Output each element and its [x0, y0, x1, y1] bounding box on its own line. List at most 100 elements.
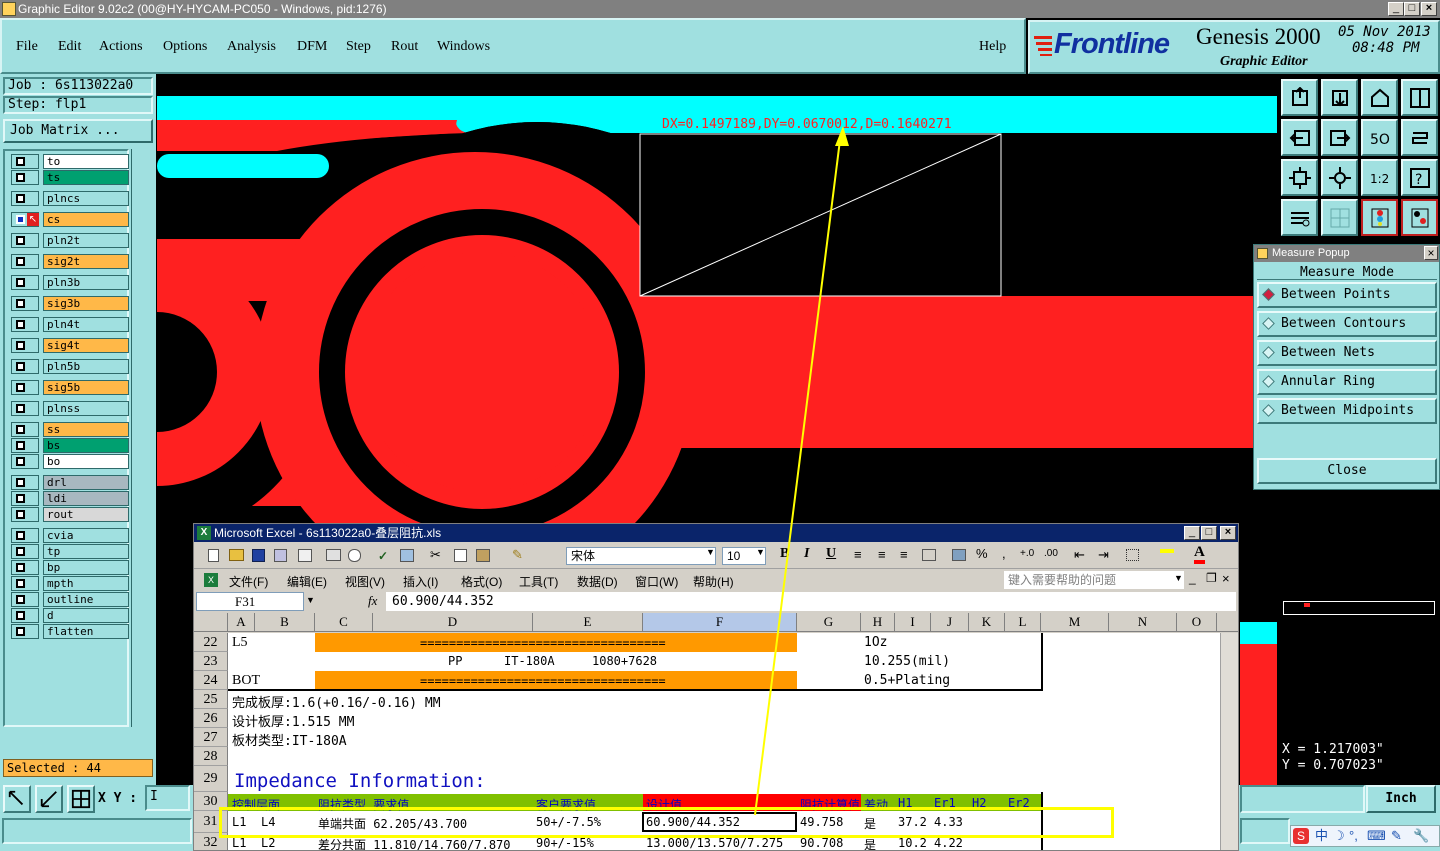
layer-name[interactable]: pln2t — [43, 233, 129, 248]
col-header-b[interactable]: B — [255, 613, 315, 631]
minimize-button[interactable]: _ — [1388, 2, 1404, 16]
ime-tray[interactable]: S 中 ☽ °, ⌨ ✎ 🔧 — [1290, 825, 1440, 847]
decrease-indent-icon[interactable]: ⇤ — [1074, 547, 1085, 563]
layer-name[interactable]: sig5b — [43, 380, 129, 395]
row-header[interactable]: 28 — [194, 747, 228, 766]
layer-row-pln2t[interactable]: pln2t — [11, 233, 129, 248]
doc-minimize-icon[interactable]: _ — [1189, 571, 1196, 585]
cell-d22[interactable]: ================================== — [420, 636, 666, 650]
layer-row-to[interactable]: to — [11, 154, 129, 169]
layer-checkbox[interactable] — [11, 191, 39, 206]
layer-checkbox[interactable] — [11, 317, 39, 332]
spelling-icon[interactable]: ✓ — [378, 549, 392, 563]
layer-row-ldi[interactable]: ldi — [11, 491, 129, 506]
layer-name[interactable]: flatten — [43, 624, 129, 639]
increase-decimal-icon[interactable]: +.0 — [1020, 548, 1034, 559]
sogou-icon[interactable]: S — [1293, 828, 1309, 844]
excel-menu-window[interactable]: 窗口(W) — [635, 573, 678, 590]
pan-left-icon[interactable] — [1281, 119, 1318, 156]
layer-checkbox[interactable] — [11, 296, 39, 311]
currency-icon[interactable] — [952, 549, 966, 561]
excel-doc-icon[interactable]: X — [204, 573, 218, 587]
italic-icon[interactable]: I — [804, 546, 809, 562]
units-button[interactable]: Inch — [1366, 785, 1436, 813]
layer-name[interactable]: bp — [43, 560, 129, 575]
col-header-f[interactable]: F — [643, 613, 797, 631]
layer-row-bp[interactable]: bp — [11, 560, 129, 575]
cell-a32[interactable]: L1 — [232, 836, 246, 850]
cell-e32[interactable]: 90+/-15% — [536, 836, 594, 850]
layer-name[interactable]: ldi — [43, 491, 129, 506]
layer-row-pln3b[interactable]: pln3b — [11, 275, 129, 290]
layer-name[interactable]: rout — [43, 507, 129, 522]
layer-row-tp[interactable]: tp — [11, 544, 129, 559]
maximize-button[interactable]: □ — [1404, 2, 1420, 16]
layer-row-plncs[interactable]: plncs — [11, 191, 129, 206]
measure-close-button[interactable]: Close — [1257, 458, 1437, 484]
layer-row-plnss[interactable]: plnss — [11, 401, 129, 416]
layer-name[interactable]: cs — [43, 212, 129, 227]
measure-tool-icon[interactable] — [35, 785, 63, 813]
format-painter-icon[interactable]: ✎ — [512, 547, 523, 563]
cell-h23[interactable]: 10.255(mil) — [864, 654, 950, 669]
layer-checkbox[interactable] — [11, 576, 39, 591]
row-header[interactable]: 26 — [194, 709, 228, 728]
layer-name[interactable]: sig3b — [43, 296, 129, 311]
close-window-button[interactable]: × — [1421, 2, 1437, 16]
grid-icon[interactable] — [1321, 199, 1358, 236]
copy-icon[interactable] — [454, 549, 467, 562]
row-header[interactable]: 24 — [194, 671, 228, 690]
select-tool-icon[interactable] — [3, 785, 31, 813]
cell-h24[interactable]: 0.5+Plating — [864, 673, 950, 688]
research-icon[interactable] — [400, 549, 414, 562]
cell-f23[interactable]: 1080+7628 — [592, 654, 657, 668]
bold-icon[interactable]: B — [780, 546, 789, 562]
layer-checkbox[interactable] — [11, 454, 39, 469]
layer-name[interactable]: pln5b — [43, 359, 129, 374]
layer-row-bs[interactable]: bs — [11, 438, 129, 453]
save-icon[interactable] — [252, 549, 265, 562]
mode-between-midpoints[interactable]: Between Midpoints — [1257, 398, 1437, 424]
layer-row-pln4t[interactable]: pln4t — [11, 317, 129, 332]
layer-row-sig5b[interactable]: sig5b — [11, 380, 129, 395]
font-color-icon[interactable]: A — [1194, 544, 1205, 564]
layer-name[interactable]: pln3b — [43, 275, 129, 290]
paste-icon[interactable] — [476, 549, 490, 562]
excel-vertical-scrollbar[interactable] — [1220, 633, 1238, 850]
redraw-icon[interactable] — [1401, 119, 1438, 156]
excel-menu-file[interactable]: 文件(F) — [229, 573, 268, 590]
layer-checkbox[interactable] — [11, 592, 39, 607]
row-header[interactable]: 25 — [194, 690, 228, 709]
menu-step[interactable]: Step — [346, 39, 371, 55]
layer-name[interactable]: plnss — [43, 401, 129, 416]
ime-tools-icon[interactable]: 🔧 — [1413, 826, 1429, 846]
layer-checkbox[interactable] — [11, 170, 39, 185]
layer-name[interactable]: cvia — [43, 528, 129, 543]
col-header-h[interactable]: H — [861, 613, 895, 631]
mode-between-nets[interactable]: Between Nets — [1257, 340, 1437, 366]
layer-checkbox[interactable] — [11, 507, 39, 522]
col-header-o[interactable]: O — [1177, 613, 1217, 631]
menu-file[interactable]: File — [16, 39, 38, 55]
layer-row-sig3b[interactable]: sig3b — [11, 296, 129, 311]
ime-chinese-icon[interactable]: 中 — [1315, 826, 1328, 846]
cell-d23[interactable]: PP — [448, 654, 462, 668]
print-icon[interactable] — [326, 549, 341, 561]
row-header[interactable]: 22 — [194, 633, 228, 652]
col-header-l[interactable]: L — [1005, 613, 1041, 631]
layer-name[interactable]: d — [43, 608, 129, 623]
borders-icon[interactable] — [1126, 549, 1139, 561]
menu-edit[interactable]: Edit — [58, 39, 81, 55]
comma-icon[interactable]: , — [1002, 546, 1006, 561]
layer-row-sig2t[interactable]: sig2t — [11, 254, 129, 269]
font-dropdown-arrow-icon[interactable]: ▼ — [706, 547, 715, 557]
layer-name[interactable]: ts — [43, 170, 129, 185]
mode-between-points[interactable]: Between Points — [1257, 282, 1437, 308]
layer-row-drl[interactable]: drl — [11, 475, 129, 490]
cell-f32[interactable]: 13.000/13.570/7.275 — [646, 836, 783, 850]
layer-row-mpth[interactable]: mpth — [11, 576, 129, 591]
layer-row-pln5b[interactable]: pln5b — [11, 359, 129, 374]
col-header-n[interactable]: N — [1109, 613, 1177, 631]
excel-minimize-button[interactable]: _ — [1184, 526, 1200, 540]
excel-maximize-button[interactable]: □ — [1201, 526, 1217, 540]
